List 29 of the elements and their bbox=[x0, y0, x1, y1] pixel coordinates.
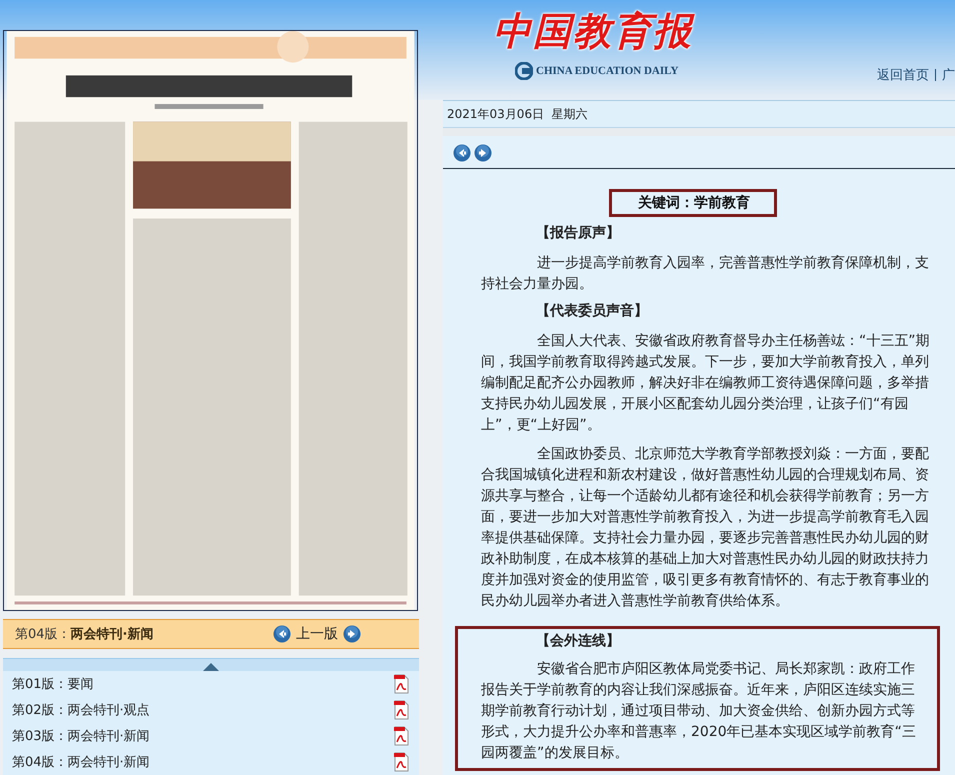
date-text: 2021年03月06日 星期六 bbox=[443, 100, 955, 128]
nav-link[interactable]: 返回首页 bbox=[877, 66, 929, 84]
paragraph: 安徽省合肥市庐阳区教体局党委书记、局长郑家凯：政府工作报告关于学前教育的内容让我们深感振奋。近年来，庐阳区连续实施三期学前教育行动计划，通过项目带动、加大资金供给、创新办园方式等形式，大力提升公办率和普惠率，2020年已基本实现区域学前教育“三园两覆盖”的发展目标。 bbox=[481, 660, 917, 763]
section-heading: 【代表委员声音】 bbox=[535, 302, 649, 321]
page-link[interactable]: 第03版：两会特刊·新闻 bbox=[12, 727, 150, 745]
next-icon[interactable] bbox=[343, 625, 361, 644]
page-link[interactable]: 第04版：两会特刊·新闻 bbox=[12, 753, 150, 771]
page-title: 第04版：两会特刊·新闻 bbox=[15, 626, 154, 644]
pdf-icon[interactable] bbox=[393, 674, 409, 694]
page-link[interactable]: 第02版：两会特刊·观点 bbox=[12, 701, 150, 719]
forward-icon[interactable] bbox=[474, 144, 492, 162]
keyword-box: 关键词：学前教育 bbox=[609, 189, 777, 217]
logo-subtitle: CHINA EDUCATION DAILY bbox=[536, 65, 678, 77]
paragraph: 全国人大代表、安徽省政府教育督导办主任杨善竑：“十三五”期间，我国学前教育取得跨越式发展。下一步，要加大学前教育投入，单列编制配足配齐公办园教师，解决好非在编教师工资待遇保障问题，多举措支持民办幼儿园发展，开展小区配套幼儿园分类治理，让孩子们“有园上”，更“上好园”。 bbox=[481, 332, 931, 435]
page-link[interactable]: 第01版：要闻 bbox=[12, 675, 94, 693]
pdf-icon[interactable] bbox=[393, 700, 409, 720]
logo-text: 中国教育报 bbox=[493, 7, 693, 55]
paragraph: 进一步提高学前教育入园率，完善普惠性学前教育保障机制，支持社会力量办园。 bbox=[481, 254, 930, 294]
section-heading: 【会外连线】 bbox=[535, 632, 621, 651]
paragraph: 全国政协委员、北京师范大学教育学部教授刘焱：一方面，要配合我国城镇化进程和新农村建设，做好普惠性幼儿园的合理规划布局、资源共享与整合，让每一个适龄幼儿都有途径和机会获得学前教育；另一方面，要进一步加大对普惠性学前教育投入，为进一步提高学前教育毛入园率提供基础保障。支持社会力量办园，要逐步完善普惠性民办幼儿园的财政补助制度，在成本核算的基础上加大对普惠性民办幼儿园的财政扶持力度并加强对资金的使用监管，吸引更多有教育情怀的、有志于教育事业的民办幼儿园举办者进入普惠性学前教育供给体系。 bbox=[481, 445, 930, 611]
nav-link[interactable]: 广 bbox=[942, 66, 955, 84]
previous-icon[interactable] bbox=[273, 625, 291, 644]
section-heading: 【报告原声】 bbox=[535, 224, 621, 243]
pdf-icon[interactable] bbox=[393, 752, 409, 772]
emblem-icon bbox=[515, 62, 533, 80]
pdf-icon[interactable] bbox=[393, 726, 409, 746]
previous-page-link[interactable]: 上一版 bbox=[296, 625, 338, 644]
back-icon[interactable] bbox=[453, 144, 471, 162]
collapse-icon[interactable] bbox=[203, 663, 219, 671]
